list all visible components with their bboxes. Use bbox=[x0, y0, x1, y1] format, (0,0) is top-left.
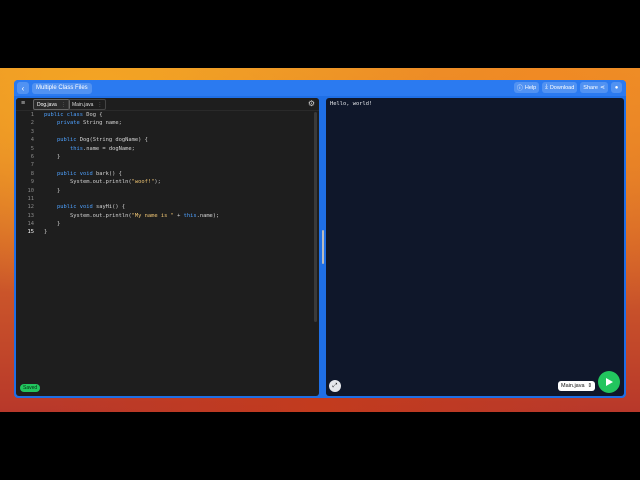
line-number: 7 bbox=[30, 162, 34, 169]
chevron-updown-icon: ⇕ bbox=[587, 383, 593, 389]
line-number: 11 bbox=[27, 195, 35, 202]
line-number: 4 bbox=[30, 137, 34, 144]
code-line: public void sayHi() { bbox=[56, 204, 126, 211]
tab-dog-java[interactable]: Dog.java ⋮ bbox=[33, 99, 70, 110]
line-number-gutter: 1 2 3 4 5 6 7 8 9 10 11 12 13 14 15 bbox=[16, 111, 36, 237]
project-title[interactable]: Multiple Class Files bbox=[32, 82, 92, 94]
gear-icon[interactable]: ⚙ bbox=[308, 99, 315, 108]
console-output: Hello, world! bbox=[330, 101, 373, 107]
line-number: 14 bbox=[27, 221, 35, 228]
code-line: System.out.println("woof!"); bbox=[44, 179, 161, 186]
code-line: } bbox=[44, 153, 61, 160]
line-number: 9 bbox=[30, 179, 34, 186]
editor-scrollbar[interactable] bbox=[314, 112, 317, 322]
line-number: 8 bbox=[30, 170, 34, 177]
code-line: } bbox=[44, 187, 61, 194]
play-icon bbox=[606, 378, 613, 386]
line-number: 1 bbox=[30, 112, 34, 118]
tab-options-icon[interactable]: ⋮ bbox=[61, 102, 66, 108]
app-window: ‹ Multiple Class Files ⓘ Help ⤓ Download S… bbox=[14, 80, 626, 398]
user-icon: ● bbox=[614, 84, 619, 91]
tab-main-java[interactable]: Main.java ⋮ bbox=[68, 99, 107, 110]
resize-handle[interactable] bbox=[322, 230, 324, 264]
line-number: 13 bbox=[27, 212, 35, 219]
line-number: 5 bbox=[30, 145, 34, 152]
code-area[interactable]: public class Dog { private String name; … bbox=[44, 111, 219, 237]
share-button[interactable]: Share ⋖ bbox=[580, 82, 608, 93]
help-button[interactable]: ⓘ Help bbox=[513, 82, 540, 93]
line-number: 2 bbox=[30, 120, 34, 127]
code-editor[interactable]: ≡ Dog.java ⋮ Main.java ⋮ ⚙ 1 2 3 4 5 6 7 8… bbox=[16, 98, 319, 396]
code-line: } bbox=[44, 221, 61, 228]
menu-icon[interactable]: ≡ bbox=[21, 100, 25, 108]
run-file-select[interactable]: Main.java ⇕ bbox=[558, 381, 596, 391]
code-line: public Dog(String dogName) { bbox=[56, 137, 148, 144]
line-number: 6 bbox=[30, 153, 34, 160]
code-line: } bbox=[44, 229, 48, 236]
account-button[interactable]: ● bbox=[611, 82, 622, 93]
line-number: 3 bbox=[30, 128, 34, 135]
expand-icon: ⤢ bbox=[332, 382, 338, 389]
tab-options-icon[interactable]: ⋮ bbox=[97, 102, 102, 108]
download-button[interactable]: ⤓ Download bbox=[542, 82, 578, 93]
expand-button[interactable]: ⤢ bbox=[329, 380, 341, 392]
share-icon: ⋖ bbox=[599, 85, 605, 91]
code-line: this.name = dogName; bbox=[69, 145, 135, 152]
code-line: public class Dog { bbox=[44, 112, 103, 118]
run-button[interactable] bbox=[598, 371, 620, 393]
saved-badge: Saved bbox=[20, 384, 41, 392]
line-number: 15 bbox=[27, 229, 35, 236]
chevron-left-icon: ‹ bbox=[21, 83, 25, 93]
download-icon: ⤓ bbox=[545, 84, 548, 90]
code-line: public void bark() { bbox=[56, 170, 122, 177]
output-panel: Hello, world! ⤢ Main.java ⇕ bbox=[326, 98, 624, 396]
code-line: System.out.println("My name is " + this.… bbox=[44, 212, 220, 219]
line-number: 12 bbox=[27, 204, 35, 211]
back-button[interactable]: ‹ bbox=[17, 82, 29, 94]
editor-tab-bar: ≡ Dog.java ⋮ Main.java ⋮ ⚙ bbox=[16, 98, 319, 111]
help-icon: ⓘ bbox=[516, 86, 523, 92]
code-line: private String name; bbox=[56, 120, 122, 127]
line-number: 10 bbox=[27, 187, 35, 194]
top-bar: ‹ Multiple Class Files ⓘ Help ⤓ Download S… bbox=[14, 80, 626, 96]
